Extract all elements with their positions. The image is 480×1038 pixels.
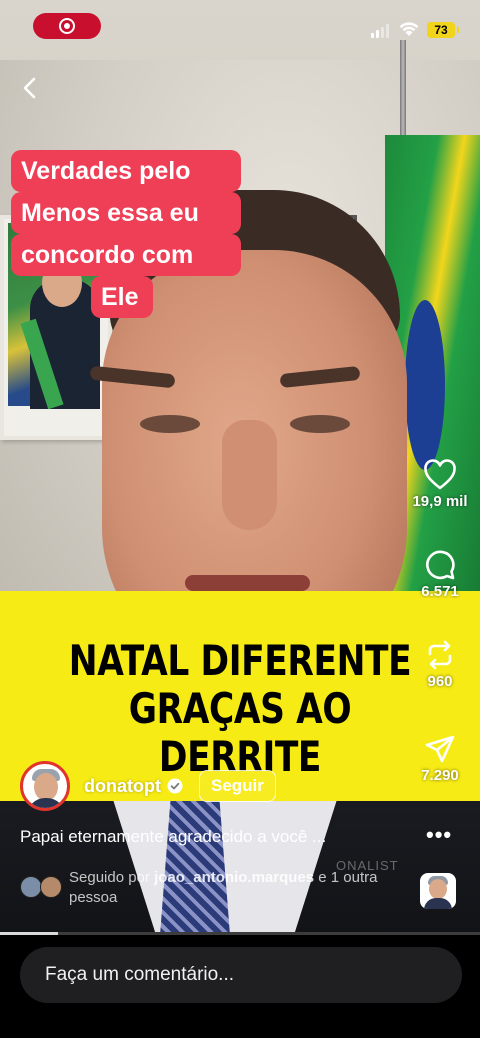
author-row: donatopt Seguir bbox=[20, 760, 276, 812]
sticker-line: Menos essa eu bbox=[11, 192, 241, 234]
send-icon bbox=[425, 735, 455, 763]
wifi-icon bbox=[399, 22, 419, 36]
avatar bbox=[40, 876, 62, 898]
repost-icon bbox=[428, 640, 452, 670]
avatar[interactable] bbox=[20, 761, 70, 811]
headline-line-1: NATAL DIFERENTE bbox=[68, 636, 412, 685]
sticker-line: Verdades pelo bbox=[11, 150, 241, 192]
repost-action[interactable]: 960 bbox=[400, 639, 480, 690]
comment-action[interactable]: 6.571 bbox=[400, 549, 480, 600]
share-action[interactable]: 7.290 bbox=[400, 733, 480, 784]
like-action[interactable]: 19,9 mil bbox=[400, 459, 480, 510]
more-options-icon[interactable]: ••• bbox=[426, 822, 452, 848]
post-caption[interactable]: Papai eternamente agradecido a você ... bbox=[20, 827, 380, 847]
screen-record-indicator[interactable] bbox=[33, 13, 101, 39]
screen-record-icon bbox=[59, 18, 75, 34]
verified-badge-icon bbox=[167, 778, 183, 794]
follow-button[interactable]: Seguir bbox=[198, 770, 276, 802]
repost-count: 960 bbox=[427, 673, 453, 690]
sticker-line: concordo com bbox=[11, 234, 241, 276]
followed-by-row[interactable]: Seguido por joao_antonio.marques e 1 out… bbox=[20, 868, 400, 908]
back-button[interactable] bbox=[16, 74, 44, 102]
status-bar: 73 bbox=[0, 0, 480, 58]
follower-username[interactable]: joao_antonio.marques bbox=[154, 869, 314, 886]
comment-input[interactable] bbox=[20, 947, 462, 1003]
audio-thumbnail[interactable] bbox=[420, 873, 456, 909]
followed-by-text: Seguido por joao_antonio.marques e 1 out… bbox=[69, 869, 378, 906]
heart-icon bbox=[424, 459, 456, 490]
battery-indicator: 73 bbox=[427, 22, 459, 38]
like-count: 19,9 mil bbox=[412, 493, 468, 510]
follower-avatars bbox=[20, 876, 64, 898]
comment-bar bbox=[0, 935, 480, 1038]
comment-bubble-icon bbox=[426, 550, 455, 580]
cellular-signal-icon bbox=[371, 24, 389, 38]
text-sticker: Verdades pelo Menos essa eu concordo com… bbox=[11, 148, 241, 320]
avatar bbox=[20, 876, 42, 898]
share-count: 7.290 bbox=[421, 767, 459, 784]
comment-count: 6.571 bbox=[421, 583, 459, 600]
author-username[interactable]: donatopt bbox=[84, 776, 161, 797]
sticker-line: Ele bbox=[91, 276, 153, 318]
